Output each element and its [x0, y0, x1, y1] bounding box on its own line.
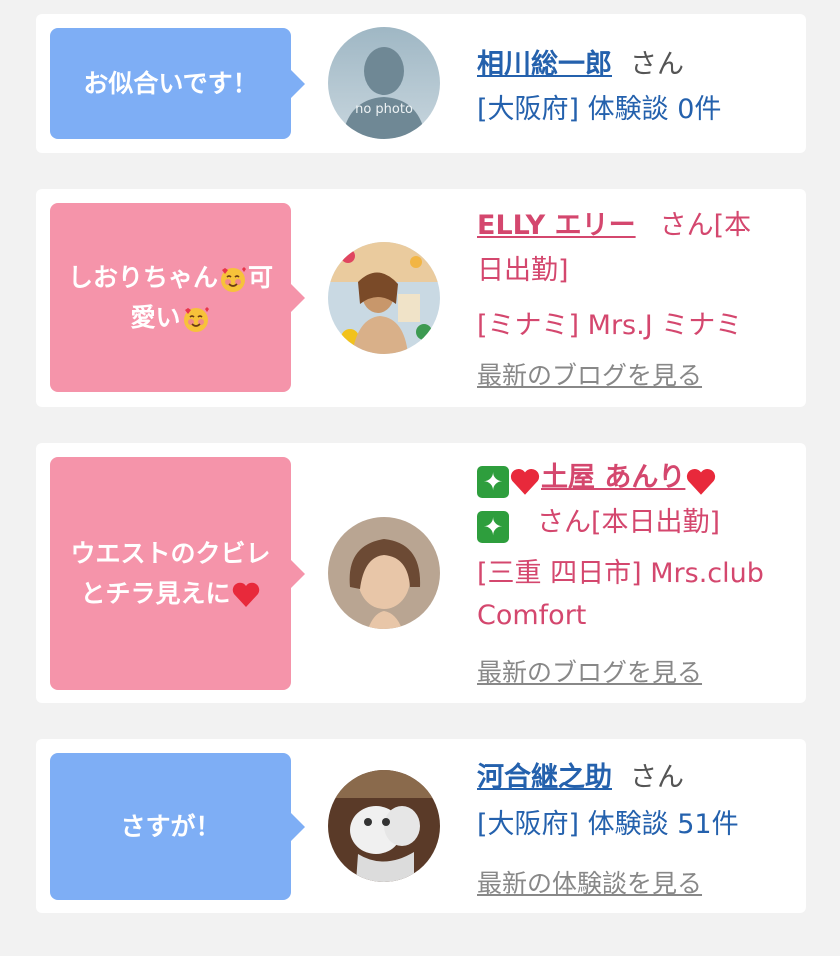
smiling-face-hearts-icon	[221, 266, 246, 292]
comment-bubble: さすが！	[50, 753, 305, 900]
honorific: さん[本	[659, 210, 752, 241]
reviewer-name-link[interactable]: 河合継之助	[477, 762, 612, 793]
avatar[interactable]	[328, 517, 440, 629]
comment-bubble: しおりちゃん可 愛い	[50, 203, 305, 392]
reviewer-name-link[interactable]: ELLY エリー	[477, 210, 636, 241]
honorific: さん	[630, 762, 684, 793]
no-photo-label: no photo	[355, 102, 413, 117]
red-heart-icon	[687, 468, 716, 495]
comment-bubble: お似合いです！	[50, 28, 305, 139]
review-card-4: さすが！ 河合継之助 さん [大阪府] 体験談 51件 最新の体験談を見る	[36, 739, 806, 913]
sparkle-icon: ✦	[477, 510, 509, 543]
reviewer-info: ELLY エリー さん[本 日出勤] [ミナミ] Mrs.J ミナミ	[477, 205, 792, 342]
latest-blog-link[interactable]: 最新のブログを見る	[477, 356, 702, 392]
red-heart-icon	[510, 468, 540, 495]
red-heart-icon	[232, 582, 259, 607]
reviewer-info: 相川総一郎 さん [大阪府] 体験談 0件	[477, 42, 792, 126]
review-card-3: ウエストのクビレ とチラ見えに ✦ 土屋 あんり ✦ さん[本日出勤] [三重 四日…	[36, 443, 806, 703]
smiling-face-hearts-icon	[183, 306, 209, 332]
sparkle-icon: ✦	[477, 465, 509, 498]
comment-text: しおりちゃん可 愛い	[67, 262, 274, 332]
honorific: さん	[630, 49, 684, 80]
comment-text: さすが！	[120, 811, 221, 841]
avatar[interactable]	[328, 242, 440, 354]
honorific: さん[本日出勤]	[537, 507, 721, 538]
reviewer-info: 河合継之助 さん [大阪府] 体験談 51件	[477, 755, 792, 841]
reviewer-detail: [ミナミ] Mrs.J ミナミ	[477, 310, 743, 341]
latest-blog-link[interactable]: 最新のブログを見る	[477, 653, 702, 689]
reviewer-detail: [大阪府] 体験談 0件	[477, 94, 722, 125]
reviewer-detail: [大阪府] 体験談 51件	[477, 809, 739, 840]
comment-text: ウエストのクビレ とチラ見えに	[70, 538, 271, 608]
reviewer-detail: [三重 四日市] Mrs.club Comfort	[477, 558, 764, 631]
reviewer-name-link[interactable]: 土屋 あんり	[541, 462, 685, 493]
honorific-continued: 日出勤]	[477, 255, 569, 286]
comment-text: お似合いです！	[83, 68, 258, 98]
latest-review-link[interactable]: 最新の体験談を見る	[477, 864, 702, 900]
avatar[interactable]: no photo	[328, 27, 440, 139]
reviewer-info: ✦ 土屋 あんり ✦ さん[本日出勤] [三重 四日市] Mrs.club Comf…	[477, 457, 792, 637]
reviewer-name-link[interactable]: 相川総一郎	[477, 49, 612, 80]
review-card-2: しおりちゃん可 愛い ELLY エリー さん[本 日出勤] [ミナミ] Mrs.J…	[36, 189, 806, 407]
review-card-1: お似合いです！ no photo 相川総一郎 さん [大阪府] 体験談 0件	[36, 14, 806, 153]
avatar[interactable]	[328, 770, 440, 882]
comment-bubble: ウエストのクビレ とチラ見えに	[50, 457, 305, 690]
